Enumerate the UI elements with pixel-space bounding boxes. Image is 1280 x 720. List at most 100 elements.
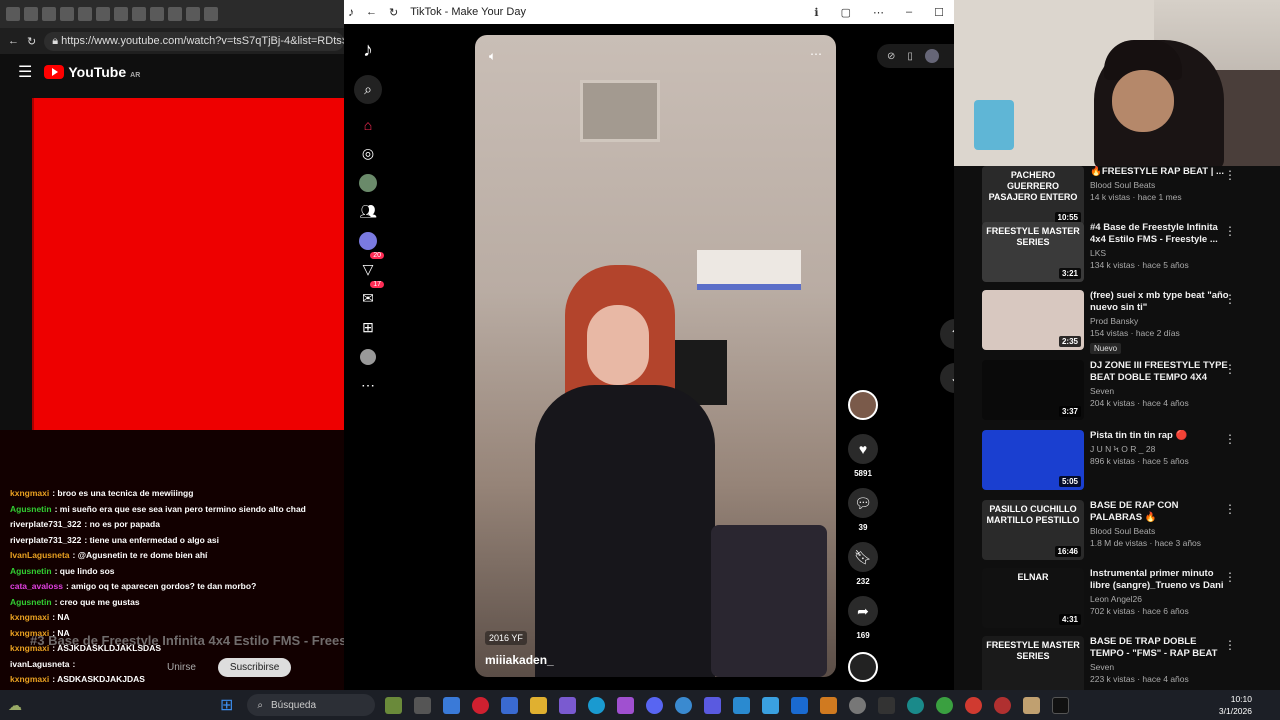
video-title[interactable]: Instrumental primer minuto libre (sangre… — [1090, 568, 1230, 592]
minimize-icon[interactable]: – — [906, 6, 912, 19]
home-icon[interactable]: ⌂ — [354, 110, 382, 139]
tab-icon[interactable] — [114, 7, 128, 21]
translate-icon[interactable]: ℹ︎ — [814, 6, 818, 19]
video-thumbnail[interactable]: PASILLO CUCHILLO MARTILLO PESTILLO 16:46 — [982, 500, 1084, 560]
weather-icon[interactable]: ☁︎ — [8, 697, 22, 714]
more-options-icon[interactable]: ⋮ — [1224, 168, 1236, 182]
tab-icon[interactable] — [186, 7, 200, 21]
tab-icon[interactable] — [168, 7, 182, 21]
channel-name[interactable]: Blood Soul Beats — [1090, 526, 1230, 536]
tiktok-logo-icon[interactable]: ♪ — [354, 36, 382, 65]
tab-icon[interactable] — [78, 7, 92, 21]
taskbar-search[interactable]: ⌕ Búsqueda — [247, 694, 376, 716]
app-icon-notepad[interactable] — [762, 696, 780, 714]
app-icon-chrome-2[interactable] — [965, 696, 983, 714]
compass-icon[interactable]: ⊘ — [887, 51, 895, 62]
video-title[interactable]: (free) suei x mb type beat "año nuevo si… — [1090, 290, 1230, 314]
friends-icon[interactable]: 👥︎ — [354, 197, 382, 226]
more-options-icon[interactable]: ⋮ — [1224, 292, 1236, 306]
video-thumbnail[interactable]: FREESTYLE MASTER SERIES — [982, 636, 1084, 690]
recommendation-item[interactable]: FREESTYLE MASTER SERIES 3:21 #4 Base de Fr… — [982, 222, 1270, 286]
tab-icon[interactable] — [150, 7, 164, 21]
app-icon-discord[interactable] — [646, 696, 664, 714]
video-thumbnail[interactable]: ELNAR 4:31 — [982, 568, 1084, 628]
recommendation-item[interactable]: 5:05 Pista tin tin tin rap 🔴 J U N Ϟ O R _… — [982, 430, 1270, 494]
recommendation-item[interactable]: 2:35 (free) suei x mb type beat "año nuev… — [982, 290, 1270, 354]
recommendation-item[interactable]: 3:37 DJ ZONE III FREESTYLE TYPE BEAT DOBL… — [982, 360, 1270, 424]
channel-name[interactable]: Prod Bansky — [1090, 316, 1230, 326]
more-options-icon[interactable]: ⋮ — [1224, 570, 1236, 584]
phone-icon[interactable]: ▯ — [907, 51, 913, 62]
following-avatar-icon[interactable] — [354, 168, 382, 197]
browser-tab-bar[interactable] — [0, 0, 344, 28]
chat-username[interactable]: kxngmaxi — [10, 674, 49, 684]
video-title[interactable]: BASE DE TRAP DOBLE TEMPO - "FMS" - RAP B… — [1090, 636, 1230, 660]
chat-username[interactable]: Agusnetin — [10, 504, 52, 514]
channel-name[interactable]: J U N Ϟ O R _ 28 — [1090, 444, 1230, 454]
video-title[interactable]: Pista tin tin tin rap 🔴 — [1090, 430, 1230, 442]
back-icon[interactable]: ← — [8, 35, 19, 47]
app-icon-paint[interactable] — [733, 696, 751, 714]
inbox-icon[interactable]: ▽ 20 — [354, 252, 384, 284]
more-options-icon[interactable]: ⋮ — [1224, 362, 1236, 376]
channel-name[interactable]: Leon Angel26 — [1090, 594, 1230, 604]
app-icon-gaming[interactable] — [385, 696, 403, 714]
chat-username[interactable]: kxngmaxi — [10, 488, 49, 498]
video-title[interactable]: 🔥FREESTYLE RAP BEAT | ... — [1090, 166, 1230, 178]
app-icon-outlook[interactable] — [791, 696, 809, 714]
back-icon[interactable]: ← — [366, 6, 377, 18]
tab-icon[interactable] — [96, 7, 110, 21]
reload-icon[interactable]: ↻ — [27, 35, 36, 48]
video-username[interactable]: miiiakaden_ — [485, 653, 554, 667]
more-options-icon[interactable]: ⋮ — [1224, 224, 1236, 238]
app-icon-opera[interactable] — [472, 696, 490, 714]
recommendation-item[interactable]: ELNAR 4:31 Instrumental primer minuto libr… — [982, 568, 1270, 632]
chat-username[interactable]: ivanLagusneta — [10, 659, 70, 669]
app-icon-terminal[interactable] — [878, 696, 896, 714]
chat-username[interactable]: Agusnetin — [10, 566, 52, 576]
taskbar-clock[interactable]: 10:10 3/1/2026 — [1219, 693, 1252, 717]
music-disc-avatar[interactable] — [848, 652, 878, 682]
recommendation-item[interactable]: FREESTYLE MASTER SERIES BASE DE TRAP DOBL… — [982, 636, 1270, 690]
app-icon-app[interactable] — [704, 696, 722, 714]
mute-icon[interactable]: 🔈︎ — [489, 49, 496, 64]
video-thumbnail[interactable]: 2:35 — [982, 290, 1084, 350]
channel-name[interactable]: LKS — [1090, 248, 1230, 258]
subscribe-button[interactable]: Suscribirse — [217, 658, 292, 677]
recommendation-item[interactable]: PACHERO GUERRERO PASAJERO ENTERO 10:55 🔥FR… — [982, 166, 1270, 230]
year-tag[interactable]: 2016 YF — [485, 631, 527, 645]
app-icon-vpn[interactable] — [907, 696, 925, 714]
more-options-icon[interactable]: ⋮ — [1224, 638, 1236, 652]
channel-name[interactable]: Seven — [1090, 386, 1230, 396]
video-title[interactable]: BASE DE RAP CON PALABRAS 🔥ENTRENAMIENTO … — [1090, 500, 1230, 524]
youtube-logo[interactable]: YouTube AR — [44, 64, 140, 80]
explore-icon[interactable]: ◎ — [354, 139, 382, 168]
tiktok-video[interactable]: 🔈︎ ⋯ 2016 YF miiiakaden_ — [475, 35, 836, 677]
chat-username[interactable]: IvanLagusneta — [10, 550, 70, 560]
maximize-icon[interactable]: ☐ — [934, 6, 944, 19]
chat-username[interactable]: Agusnetin — [10, 597, 52, 607]
tab-icon[interactable] — [42, 7, 56, 21]
app-icon-task-view[interactable] — [414, 696, 432, 714]
refresh-icon[interactable]: ↻ — [389, 6, 398, 19]
video-title[interactable]: DJ ZONE III FREESTYLE TYPE BEAT DOBLE TE… — [1090, 360, 1230, 384]
more-options-icon[interactable]: ⋮ — [1224, 432, 1236, 446]
more-options-icon[interactable]: ⋮ — [1224, 502, 1236, 516]
app-icon-vs[interactable] — [617, 696, 635, 714]
bookmark-icon[interactable]: 🔖︎ — [848, 542, 878, 572]
chat-username[interactable]: cata_avaloss — [10, 581, 63, 591]
app-icon-edge[interactable] — [588, 696, 606, 714]
video-title[interactable]: #4 Base de Freestyle Infinita 4x4 Estilo… — [1090, 222, 1230, 246]
video-thumbnail[interactable]: 5:05 — [982, 430, 1084, 490]
start-icon[interactable]: ⊞ — [220, 695, 233, 715]
profile-avatar-icon[interactable] — [354, 342, 382, 371]
more-icon[interactable]: ⋯ — [354, 371, 382, 400]
tab-icon[interactable] — [204, 7, 218, 21]
channel-name[interactable]: Blood Soul Beats — [1090, 180, 1230, 190]
chat-username[interactable]: kxngmaxi — [10, 612, 49, 622]
app-icon-c[interactable] — [675, 696, 693, 714]
video-thumbnail[interactable]: 3:37 — [982, 360, 1084, 420]
live-icon[interactable] — [354, 226, 382, 255]
recommendation-item[interactable]: PASILLO CUCHILLO MARTILLO PESTILLO 16:46 B… — [982, 500, 1270, 564]
more-icon[interactable]: ⋯ — [873, 6, 884, 19]
